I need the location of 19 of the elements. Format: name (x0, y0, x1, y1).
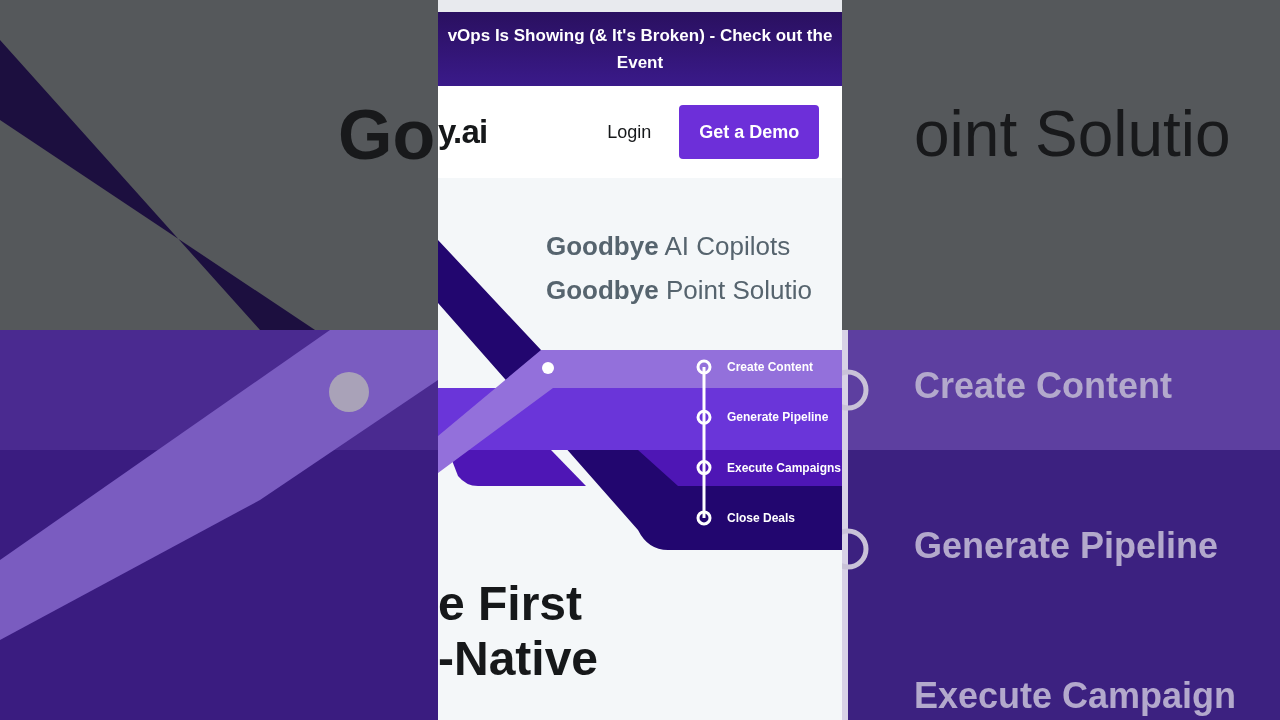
step-label: Create Content (727, 359, 814, 376)
blurred-heading-text: Execute Campaign (914, 678, 1237, 714)
blurred-heading-text: Go (338, 100, 436, 170)
logo-text[interactable]: y.ai (438, 107, 488, 157)
blurred-heading-text: Create Content (914, 368, 1173, 404)
blurred-heading-text: oint Solutio (914, 102, 1231, 166)
login-link[interactable]: Login (607, 118, 652, 146)
step-label: Execute Campaigns (727, 459, 842, 477)
blurred-heading-text: Generate Pipeline (914, 528, 1219, 564)
banner-text: vOps Is Showing (& It's Broken) - Check out the (447, 25, 833, 47)
step-label: Generate Pipeline (727, 409, 830, 427)
tagline-text: Goodbye AI Copilots (545, 230, 792, 263)
step-label: Close Deals (727, 509, 797, 527)
announcement-banner[interactable]: vOps Is Showing (& It's Broken) - Check out the Event (438, 12, 842, 86)
headline-text: -Native (438, 631, 600, 686)
get-demo-button[interactable]: Get a Demo (679, 105, 820, 159)
banner-text: Event (616, 52, 664, 74)
tagline-text: Goodbye Point Solutio (545, 274, 812, 307)
headline-text: e First (438, 576, 584, 631)
